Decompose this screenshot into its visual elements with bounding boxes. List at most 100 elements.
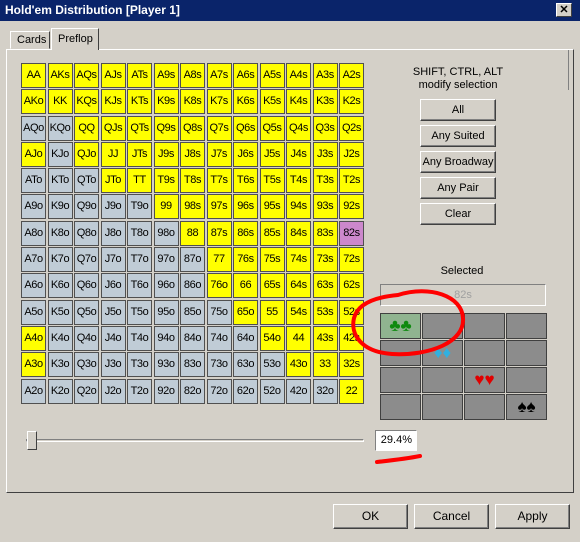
hand-cell-a5s[interactable]: A5s xyxy=(259,63,285,88)
hand-cell-22[interactable]: 22 xyxy=(339,378,364,404)
suit-combo-diamonds-clubs[interactable] xyxy=(380,340,421,366)
hand-cell-95s[interactable]: 95s xyxy=(259,194,285,220)
hand-cell-54o[interactable]: 54o xyxy=(259,325,285,351)
hand-cell-k8s[interactable]: K8s xyxy=(180,89,205,115)
hand-cell-52s[interactable]: 52s xyxy=(339,299,364,325)
hand-cell-a8o[interactable]: A8o xyxy=(21,220,46,246)
hand-cell-j9o[interactable]: J9o xyxy=(100,194,126,220)
hand-cell-kjo[interactable]: KJo xyxy=(47,141,73,167)
hand-cell-93s[interactable]: 93s xyxy=(312,194,338,220)
hand-cell-q3s[interactable]: Q3s xyxy=(312,115,338,141)
hand-cell-q5s[interactable]: Q5s xyxy=(259,115,285,141)
hand-cell-73o[interactable]: 73o xyxy=(206,352,232,378)
hand-cell-a8s[interactable]: A8s xyxy=(180,63,205,88)
hand-cell-43s[interactable]: 43s xyxy=(312,325,338,351)
hand-cell-qjo[interactable]: QJo xyxy=(74,141,99,167)
hand-cell-kqs[interactable]: KQs xyxy=(74,89,99,115)
hand-cell-t7s[interactable]: T7s xyxy=(206,168,232,194)
hand-cell-a7s[interactable]: A7s xyxy=(206,63,232,88)
hand-cell-ajs[interactable]: AJs xyxy=(100,63,126,88)
hand-cell-63o[interactable]: 63o xyxy=(233,352,258,378)
hand-cell-a2o[interactable]: A2o xyxy=(21,378,46,404)
hand-cell-42o[interactable]: 42o xyxy=(286,378,311,404)
hand-cell-j7s[interactable]: J7s xyxy=(206,141,232,167)
hand-cell-75o[interactable]: 75o xyxy=(206,299,232,325)
suit-combo-spades-clubs[interactable] xyxy=(380,394,421,420)
hand-cell-t4s[interactable]: T4s xyxy=(286,168,311,194)
hand-cell-k9o[interactable]: K9o xyxy=(47,194,73,220)
hand-cell-kqo[interactable]: KQo xyxy=(47,115,73,141)
hand-cell-62s[interactable]: 62s xyxy=(339,273,364,299)
hand-cell-a4o[interactable]: A4o xyxy=(21,325,46,351)
hand-cell-q7s[interactable]: Q7s xyxy=(206,115,232,141)
hand-cell-62o[interactable]: 62o xyxy=(233,378,258,404)
hand-cell-qto[interactable]: QTo xyxy=(74,168,99,194)
hand-cell-64s[interactable]: 64s xyxy=(286,273,311,299)
hand-cell-j8o[interactable]: J8o xyxy=(100,220,126,246)
hand-cell-64o[interactable]: 64o xyxy=(233,325,258,351)
hand-cell-k2s[interactable]: K2s xyxy=(339,89,364,115)
hand-cell-q4o[interactable]: Q4o xyxy=(74,325,99,351)
hand-cell-q5o[interactable]: Q5o xyxy=(74,299,99,325)
hand-cell-k5s[interactable]: K5s xyxy=(259,89,285,115)
hand-cell-a4s[interactable]: A4s xyxy=(286,63,311,88)
slider-thumb[interactable] xyxy=(27,431,37,450)
hand-cell-t6s[interactable]: T6s xyxy=(233,168,258,194)
hand-cell-t5s[interactable]: T5s xyxy=(259,168,285,194)
hand-cell-qjs[interactable]: QJs xyxy=(100,115,126,141)
hand-cell-t8s[interactable]: T8s xyxy=(180,168,205,194)
tab-preflop[interactable]: Preflop xyxy=(51,28,99,50)
hand-cell-96s[interactable]: 96s xyxy=(233,194,258,220)
hand-cell-77[interactable]: 77 xyxy=(206,247,232,273)
hand-cell-k9s[interactable]: K9s xyxy=(153,89,179,115)
hand-cell-82o[interactable]: 82o xyxy=(180,378,205,404)
range-slider[interactable] xyxy=(22,430,370,450)
hand-cell-j3s[interactable]: J3s xyxy=(312,141,338,167)
hand-cell-k4o[interactable]: K4o xyxy=(47,325,73,351)
hand-cell-q8s[interactable]: Q8s xyxy=(180,115,205,141)
hand-cell-jto[interactable]: JTo xyxy=(100,168,126,194)
hand-cell-q2s[interactable]: Q2s xyxy=(339,115,364,141)
hand-cell-86s[interactable]: 86s xyxy=(233,220,258,246)
hand-cell-t3s[interactable]: T3s xyxy=(312,168,338,194)
hand-cell-63s[interactable]: 63s xyxy=(312,273,338,299)
hand-cell-k6s[interactable]: K6s xyxy=(233,89,258,115)
hand-cell-j5o[interactable]: J5o xyxy=(100,299,126,325)
hand-cell-85s[interactable]: 85s xyxy=(259,220,285,246)
hand-cell-92s[interactable]: 92s xyxy=(339,194,364,220)
hand-cell-99[interactable]: 99 xyxy=(153,194,179,220)
hand-cell-t9s[interactable]: T9s xyxy=(153,168,179,194)
hand-cell-a3o[interactable]: A3o xyxy=(21,352,46,378)
hand-cell-33[interactable]: 33 xyxy=(312,352,338,378)
hand-cell-a7o[interactable]: A7o xyxy=(21,247,46,273)
hand-cell-32o[interactable]: 32o xyxy=(312,378,338,404)
hand-cell-65o[interactable]: 65o xyxy=(233,299,258,325)
hand-cell-j3o[interactable]: J3o xyxy=(100,352,126,378)
any-broadway-button[interactable]: Any Broadway xyxy=(420,151,496,173)
hand-cell-k3o[interactable]: K3o xyxy=(47,352,73,378)
hand-cell-76s[interactable]: 76s xyxy=(233,247,258,273)
hand-cell-q9s[interactable]: Q9s xyxy=(153,115,179,141)
tab-cards[interactable]: Cards xyxy=(10,31,50,49)
hand-cell-ajo[interactable]: AJo xyxy=(21,141,46,167)
hand-cell-52o[interactable]: 52o xyxy=(259,378,285,404)
all-button[interactable]: All xyxy=(420,99,496,121)
hand-cell-t6o[interactable]: T6o xyxy=(127,273,152,299)
hand-cell-ako[interactable]: AKo xyxy=(21,89,46,115)
hand-cell-83o[interactable]: 83o xyxy=(180,352,205,378)
hand-cell-j7o[interactable]: J7o xyxy=(100,247,126,273)
hand-cell-aks[interactable]: AKs xyxy=(47,63,73,88)
hand-cell-92o[interactable]: 92o xyxy=(153,378,179,404)
hand-cell-72o[interactable]: 72o xyxy=(206,378,232,404)
hand-cell-q4s[interactable]: Q4s xyxy=(286,115,311,141)
hand-cell-53o[interactable]: 53o xyxy=(259,352,285,378)
hand-cell-k8o[interactable]: K8o xyxy=(47,220,73,246)
hand-cell-87s[interactable]: 87s xyxy=(206,220,232,246)
hand-cell-k5o[interactable]: K5o xyxy=(47,299,73,325)
hand-cell-ats[interactable]: ATs xyxy=(127,63,152,88)
hand-cell-aa[interactable]: AA xyxy=(21,63,46,88)
hand-cell-98s[interactable]: 98s xyxy=(180,194,205,220)
hand-cell-83s[interactable]: 83s xyxy=(312,220,338,246)
hand-cell-q9o[interactable]: Q9o xyxy=(74,194,99,220)
hand-cell-94s[interactable]: 94s xyxy=(286,194,311,220)
